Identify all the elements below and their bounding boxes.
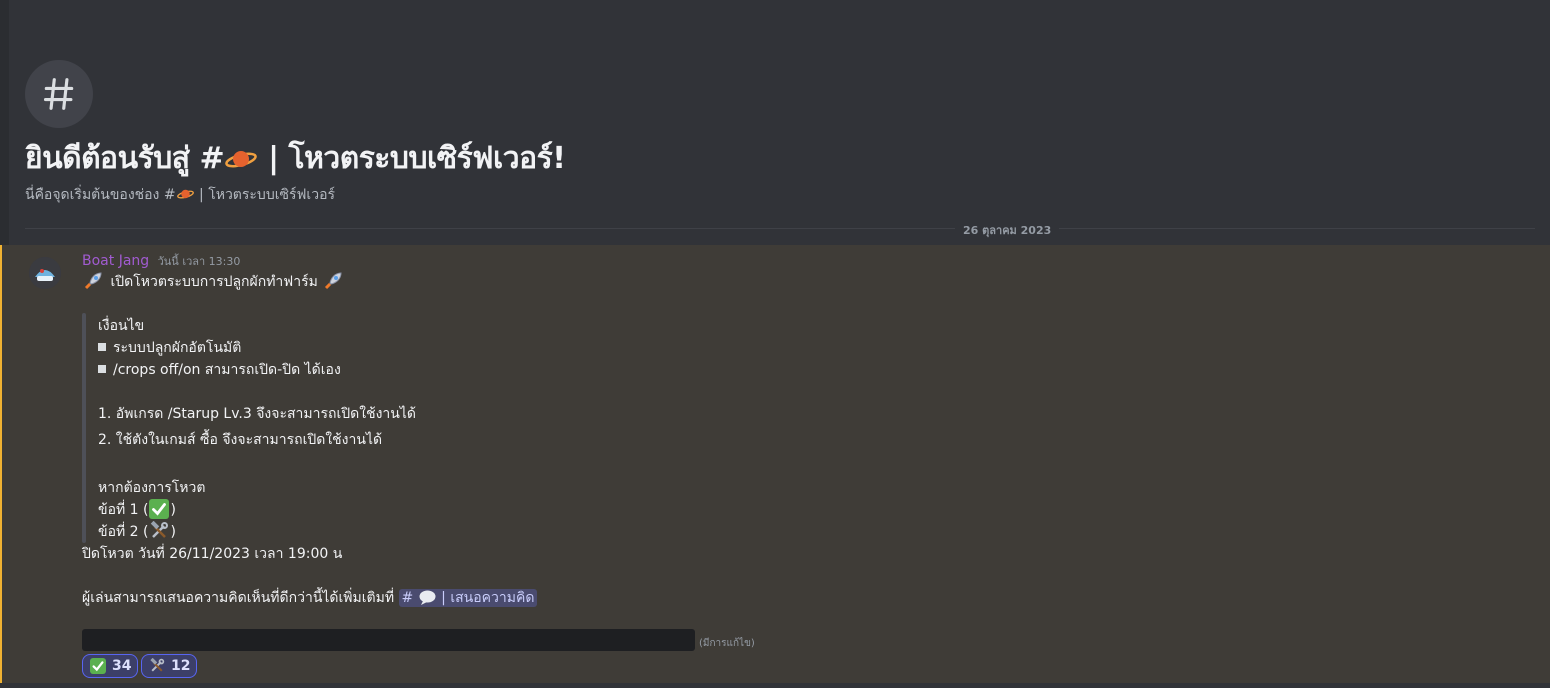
vote-option-1: ข้อที่ 1 ( ) xyxy=(98,499,176,521)
suggestion-prefix: ผู้เล่นสามารถเสนอความคิดเห็นที่ดีกว่านี้… xyxy=(82,590,399,606)
message-item[interactable]: Boat Jang วันนี้ เวลา 13:30 เปิดโหวตระบบ… xyxy=(0,245,1550,688)
speech-bubble-icon xyxy=(419,590,436,605)
option-paren: ) xyxy=(170,502,176,518)
option-paren: ) xyxy=(170,524,176,540)
mention-channel-name: | เสนอความคิด xyxy=(436,590,535,606)
mention-hash: # xyxy=(401,590,414,606)
option-label: ข้อที่ 2 ( xyxy=(98,524,149,540)
message-timestamp: วันนี้ เวลา 13:30 xyxy=(157,255,241,268)
reaction-count: 34 xyxy=(112,658,132,674)
message-headline: เปิดโหวตระบบการปลูกผักทำฟาร์ม xyxy=(82,269,346,293)
list-item: /crops off/on สามารถเปิด-ปิด ได้เอง xyxy=(98,359,341,381)
welcome-subtitle-suffix: | โหวตระบบเซิร์ฟเวอร์ xyxy=(194,187,336,203)
spoiler-block[interactable] xyxy=(82,629,695,651)
bottom-edge xyxy=(0,683,1550,688)
welcome-title-suffix: | โหวตระบบเซิร์ฟเวอร์! xyxy=(258,141,566,176)
numbered-item: 1. อัพเกรด /Starup Lv.3 จึงจะสามารถเปิดใ… xyxy=(98,406,416,422)
author-name[interactable]: Boat Jang xyxy=(82,253,149,269)
closing-text: ปิดโหวต วันที่ 26/11/2023 เวลา 19:00 น xyxy=(82,546,343,562)
blockquote-bar xyxy=(82,313,86,543)
vote-option-2: ข้อที่ 2 ( ) xyxy=(98,520,176,543)
welcome-subtitle-prefix: นี่คือจุดเริ่มต้นของช่อง # xyxy=(25,187,176,203)
square-bullet-icon xyxy=(98,365,106,373)
reaction-hammer-wrench[interactable]: 12 xyxy=(141,654,198,678)
bullet-text: ระบบปลูกผักอัตโนมัติ xyxy=(113,340,242,356)
edited-label: (มีการแก้ไข) xyxy=(699,638,755,649)
suggestion-text: ผู้เล่นสามารถเสนอความคิดเห็นที่ดีกว่านี้… xyxy=(82,587,538,609)
welcome-title-prefix: ยินดีต้อนรับสู่ # xyxy=(25,141,225,176)
check-mark-icon xyxy=(149,499,170,519)
hammer-wrench-icon xyxy=(149,657,165,674)
vote-title: หากต้องการโหวต xyxy=(98,480,206,496)
rocket-icon xyxy=(83,269,105,291)
headline-text: เปิดโหวตระบบการปลูกผักทำฟาร์ม xyxy=(106,274,323,290)
ringed-planet-icon xyxy=(225,145,257,171)
condition-title: เงื่อนไข xyxy=(98,318,145,334)
check-mark-icon xyxy=(90,658,106,674)
ringed-planet-icon xyxy=(176,187,194,201)
numbered-item: 2. ใช้ตังในเกมส์ ซื้อ จึงจะสามารถเปิดใช้… xyxy=(98,432,383,448)
welcome-title: ยินดีต้อนรับสู่ # | โหวตระบบเซิร์ฟเวอร์! xyxy=(25,135,566,182)
welcome-subtitle: นี่คือจุดเริ่มต้นของช่อง # | โหวตระบบเซิ… xyxy=(25,184,335,206)
bullet-text: /crops off/on สามารถเปิด-ปิด ได้เอง xyxy=(113,362,341,378)
avatar[interactable] xyxy=(29,257,61,289)
channel-mention[interactable]: # | เสนอความคิด xyxy=(398,589,538,607)
message-header: Boat Jang วันนี้ เวลา 13:30 xyxy=(82,252,240,270)
square-bullet-icon xyxy=(98,343,106,351)
channel-hash-icon xyxy=(25,60,93,128)
hammer-wrench-icon xyxy=(149,520,169,541)
reaction-count: 12 xyxy=(171,658,191,674)
reaction-check[interactable]: 34 xyxy=(82,654,139,678)
option-label: ข้อที่ 1 ( xyxy=(98,502,149,518)
date-divider xyxy=(25,228,1535,229)
date-divider-label: 26 ตุลาคม 2023 xyxy=(955,221,1060,239)
rocket-icon xyxy=(323,269,345,291)
list-item: ระบบปลูกผักอัตโนมัติ xyxy=(98,337,241,359)
